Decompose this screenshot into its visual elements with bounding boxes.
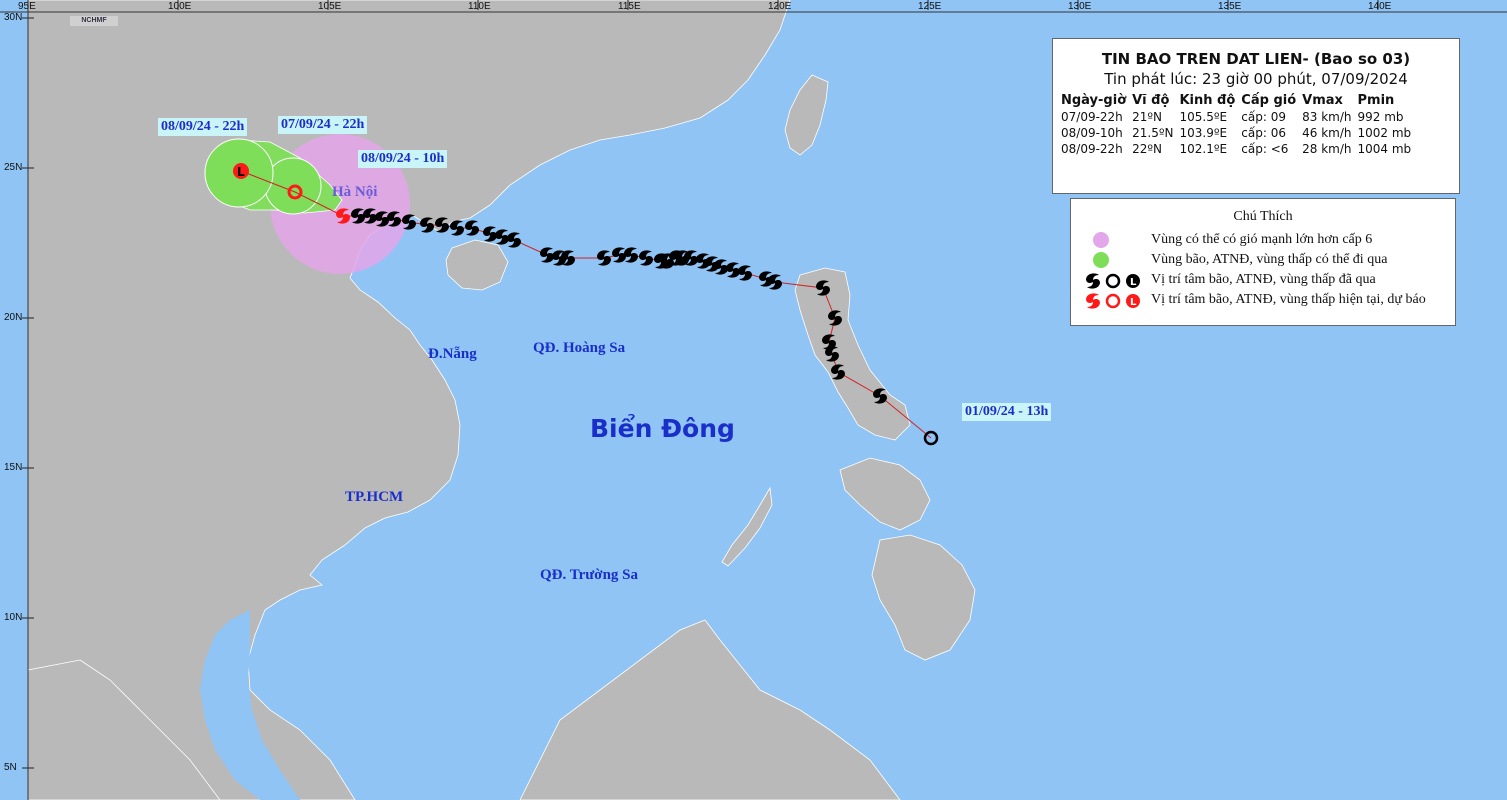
- cell: 07/09-22h: [1061, 110, 1123, 124]
- col-lon: Kinh độ: [1179, 93, 1236, 108]
- label-date-forecast-1: 08/09/24 - 10h: [358, 150, 448, 168]
- forecast-table: Ngày-giờ Vĩ độ Kinh độ Cấp gió Vmax Pmin…: [1061, 92, 1417, 157]
- lat-tick-label: 5N: [4, 762, 17, 773]
- lon-tick-label: 95E: [18, 1, 36, 12]
- lat-tick-label: 15N: [4, 462, 23, 473]
- col-pmin: Pmin: [1357, 93, 1395, 108]
- svg-text:L: L: [1130, 297, 1137, 308]
- table-row: 08/09-10h 21.5ºN 103.9ºE cấp: 06 46 km/h…: [1061, 125, 1417, 141]
- cell: 22ºN: [1132, 142, 1163, 156]
- lon-tick-label: 120E: [768, 1, 792, 12]
- lon-tick-label: 110E: [468, 1, 491, 12]
- cell: 21.5ºN: [1132, 126, 1174, 140]
- table-row: 07/09-22h 21ºN 105.5ºE cấp: 09 83 km/h 9…: [1061, 109, 1417, 125]
- cell: 83 km/h: [1302, 110, 1352, 124]
- cell: 105.5ºE: [1179, 110, 1228, 124]
- lon-tick-label: 140E: [1368, 1, 1392, 12]
- legend-text: Vùng bão, ATNĐ, vùng thấp có thể đi qua: [1151, 252, 1388, 267]
- cell: 21ºN: [1132, 110, 1163, 124]
- storm-title: TIN BAO TREN DAT LIEN- (Bao so 03): [1101, 50, 1411, 68]
- cell: 28 km/h: [1302, 142, 1352, 156]
- label-date-forecast-2: 08/09/24 - 22h: [158, 118, 248, 136]
- cell: 1002 mb: [1357, 126, 1412, 140]
- cell: 08/09-22h: [1061, 142, 1123, 156]
- legend-title: Chú Thích: [1233, 209, 1293, 224]
- issued-time: Tin phát lúc: 23 giờ 00 phút, 07/09/2024: [1104, 70, 1408, 88]
- lon-tick-label: 105E: [318, 1, 342, 12]
- col-datetime: Ngày-giờ: [1061, 93, 1127, 108]
- cell: cấp: <6: [1241, 142, 1289, 156]
- label-hcm: TP.HCM: [345, 489, 404, 505]
- forecast-symbols-icon: L: [1086, 293, 1140, 309]
- label-truongsa: QĐ. Trường Sa: [540, 567, 639, 583]
- col-vmax: Vmax: [1302, 93, 1343, 108]
- lat-tick-label: 25N: [4, 162, 23, 173]
- label-date-current: 07/09/24 - 22h: [278, 116, 368, 134]
- lon-tick-label: 100E: [168, 1, 192, 12]
- cell: 08/09-10h: [1061, 126, 1123, 140]
- lat-tick-label: 20N: [4, 312, 23, 323]
- legend-text: Vị trí tâm bão, ATNĐ, vùng thấp đã qua: [1151, 272, 1376, 287]
- legend-text: Vị trí tâm bão, ATNĐ, vùng thấp hiện tại…: [1151, 292, 1426, 307]
- cell: 103.9ºE: [1179, 126, 1228, 140]
- nchmf-logo: NCHMF: [70, 16, 118, 26]
- table-header-row: Ngày-giờ Vĩ độ Kinh độ Cấp gió Vmax Pmin: [1061, 92, 1417, 109]
- col-wind-level: Cấp gió: [1241, 93, 1297, 108]
- storm-info-box: TIN BAO TREN DAT LIEN- (Bao so 03) Tin p…: [1052, 38, 1460, 194]
- cell: 1004 mb: [1357, 142, 1412, 156]
- lon-tick-label: 135E: [1218, 1, 1242, 12]
- legend-text: Vùng có thể có gió mạnh lớn hơn cấp 6: [1151, 232, 1373, 247]
- label-date-start: 01/09/24 - 13h: [962, 403, 1052, 421]
- cell: cấp: 09: [1241, 110, 1286, 124]
- svg-text:L: L: [1130, 277, 1137, 288]
- cell: 46 km/h: [1302, 126, 1352, 140]
- label-sea: Biển Đông: [590, 414, 735, 443]
- lon-tick-label: 130E: [1068, 1, 1092, 12]
- col-lat: Vĩ độ: [1132, 93, 1170, 108]
- cell: 992 mb: [1357, 110, 1404, 124]
- lat-tick-label: 10N: [4, 612, 23, 623]
- green-circle-icon: [1093, 252, 1109, 268]
- cell: 102.1ºE: [1179, 142, 1228, 156]
- forecast-low-marker: L: [233, 163, 249, 179]
- label-hoangsa: QĐ. Hoàng Sa: [533, 340, 626, 356]
- label-hanoi: Hà Nội: [332, 184, 378, 200]
- lon-tick-label: 125E: [918, 1, 942, 12]
- past-symbols-icon: L: [1086, 273, 1140, 289]
- label-danang: Đ.Nẵng: [428, 346, 477, 362]
- pink-circle-icon: [1093, 232, 1109, 248]
- lon-tick-label: 115E: [618, 1, 641, 12]
- lat-tick-label: 30N: [4, 12, 23, 23]
- table-row: 08/09-22h 22ºN 102.1ºE cấp: <6 28 km/h 1…: [1061, 141, 1417, 157]
- legend-box: Chú Thích Vùng có thể có gió mạnh lớn hơ…: [1070, 198, 1456, 326]
- svg-text:L: L: [237, 165, 245, 179]
- cell: cấp: 06: [1241, 126, 1286, 140]
